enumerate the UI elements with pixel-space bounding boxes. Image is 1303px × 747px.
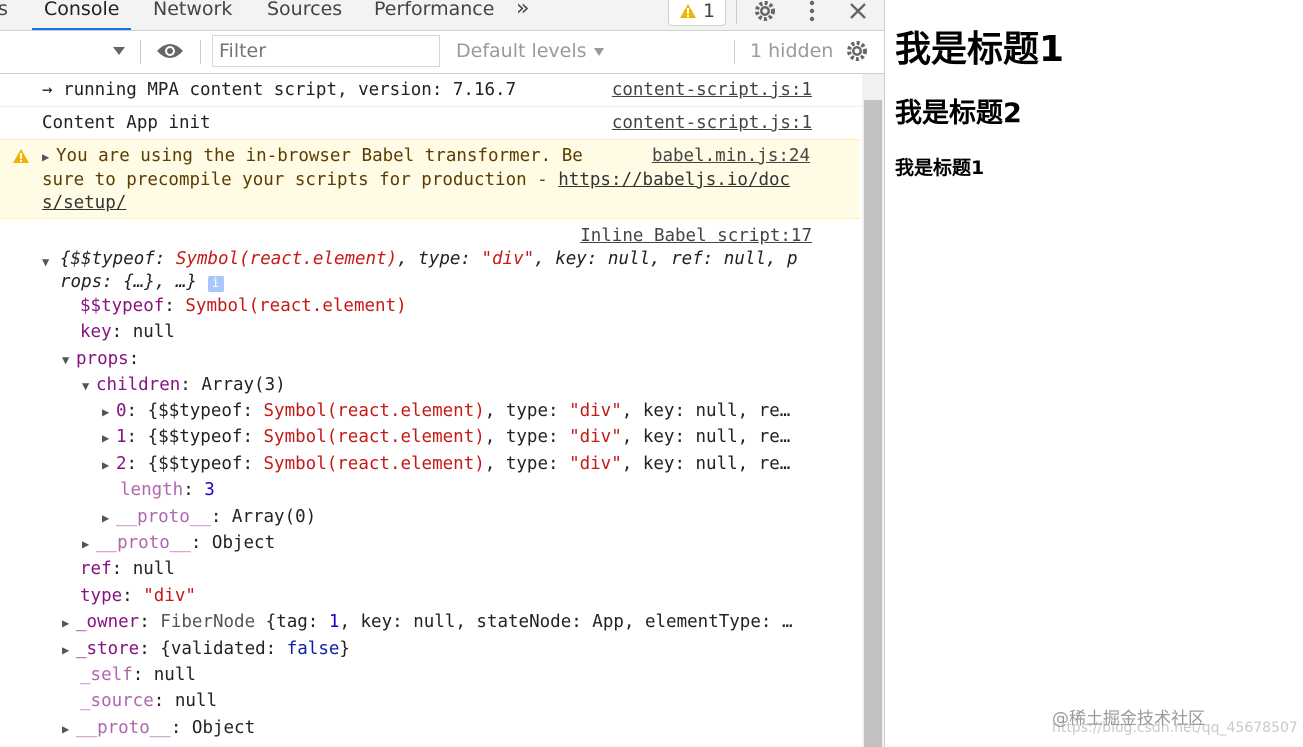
more-tabs-button[interactable]: » bbox=[516, 0, 529, 30]
collapsed-triangle-icon[interactable]: ▶ bbox=[102, 458, 116, 472]
kebab-menu-icon[interactable] bbox=[802, 0, 822, 22]
collapsed-triangle-icon[interactable]: ▶ bbox=[102, 431, 116, 445]
console-settings-gear-icon[interactable] bbox=[845, 39, 869, 68]
console-filterbar: Default levels 1 hidden bbox=[0, 31, 884, 74]
tab-sources[interactable]: Sources bbox=[267, 0, 342, 30]
divider bbox=[736, 0, 737, 24]
collapsed-triangle-icon[interactable]: ▶ bbox=[62, 722, 76, 736]
log-levels-dropdown[interactable]: Default levels bbox=[456, 40, 605, 62]
watermark: @稀土掘金技术社区 bbox=[1052, 709, 1205, 729]
console-log-object: Inline Babel script:17 ▼ {$$typeof: Symbo… bbox=[0, 220, 862, 747]
warning-icon bbox=[679, 4, 696, 18]
prop-store[interactable]: ▶ _store: {validated: false} bbox=[62, 639, 350, 659]
devtools-tabbar: s Console Network Sources Performance » … bbox=[0, 0, 884, 31]
console-filter-input[interactable] bbox=[212, 35, 440, 67]
collapsed-triangle-icon[interactable]: ▶ bbox=[82, 537, 96, 551]
chevron-down-icon bbox=[593, 48, 604, 56]
settings-gear-icon[interactable] bbox=[752, 0, 778, 22]
child-item-1[interactable]: ▶ 1: {$$typeof: Symbol(react.element), ty… bbox=[102, 427, 790, 447]
prop-props[interactable]: ▼ props: bbox=[62, 349, 139, 369]
prop-typeof: $$typeof: Symbol(react.element) bbox=[80, 296, 407, 316]
console-output: → running MPA content script, version: 7… bbox=[0, 74, 862, 747]
prop-proto-object[interactable]: ▶ __proto__: Object bbox=[82, 533, 275, 553]
divider bbox=[140, 40, 141, 64]
context-dropdown-chevron-icon[interactable] bbox=[112, 43, 126, 61]
page-heading-3: 我是标题1 bbox=[895, 157, 985, 179]
expand-triangle-icon[interactable]: ▶ bbox=[42, 150, 56, 164]
prop-self: _self: null bbox=[80, 665, 196, 685]
prop-children[interactable]: ▼ children: Array(3) bbox=[82, 375, 286, 395]
warning-line-2: sure to precompile your scripts for prod… bbox=[42, 170, 791, 190]
tab-network[interactable]: Network bbox=[153, 0, 232, 30]
divider bbox=[200, 40, 201, 64]
warnings-counter[interactable]: 1 bbox=[668, 0, 726, 26]
console-warning-message: ▶ You are using the in-browser Babel tran… bbox=[0, 139, 860, 219]
page-heading-1: 我是标题1 bbox=[895, 29, 1065, 70]
source-link[interactable]: babel.min.js:24 bbox=[652, 146, 810, 166]
prop-proto-array[interactable]: ▶ __proto__: Array(0) bbox=[102, 507, 316, 527]
hidden-messages-count: 1 hidden bbox=[750, 40, 834, 62]
collapsed-triangle-icon[interactable]: ▶ bbox=[102, 511, 116, 525]
close-icon[interactable] bbox=[846, 0, 870, 22]
prop-key: key: null bbox=[80, 322, 175, 342]
divider bbox=[734, 40, 735, 64]
info-badge-icon[interactable]: i bbox=[207, 276, 224, 292]
rendered-page: 我是标题1 我是标题2 我是标题1 bbox=[895, 0, 1295, 747]
tab-console[interactable]: Console bbox=[31, 0, 132, 30]
prop-proto-root[interactable]: ▶ __proto__: Object bbox=[62, 718, 255, 738]
expanded-triangle-icon[interactable]: ▼ bbox=[82, 379, 96, 393]
expanded-triangle-icon[interactable]: ▼ bbox=[42, 255, 56, 269]
warning-count: 1 bbox=[702, 0, 716, 22]
object-summary-line-1[interactable]: ▼ {$$typeof: Symbol(react.element), type:… bbox=[42, 249, 798, 269]
prop-type: type: "div" bbox=[80, 586, 196, 606]
collapsed-triangle-icon[interactable]: ▶ bbox=[102, 405, 116, 419]
console-message: → running MPA content script, version: 7… bbox=[0, 74, 862, 107]
devtools-panel: s Console Network Sources Performance » … bbox=[0, 0, 885, 747]
page-heading-2: 我是标题2 bbox=[895, 98, 1022, 129]
collapsed-triangle-icon[interactable]: ▶ bbox=[62, 616, 76, 630]
console-scrollbar[interactable] bbox=[862, 74, 884, 747]
collapsed-triangle-icon[interactable]: ▶ bbox=[62, 643, 76, 657]
source-link[interactable]: content-script.js:1 bbox=[612, 113, 812, 133]
child-item-2[interactable]: ▶ 2: {$$typeof: Symbol(react.element), ty… bbox=[102, 454, 790, 474]
scrollbar-thumb[interactable] bbox=[864, 100, 882, 747]
console-message: Content App init content-script.js:1 bbox=[0, 107, 862, 139]
source-link[interactable]: Inline Babel script:17 bbox=[580, 226, 812, 246]
prop-length: length: 3 bbox=[120, 480, 215, 500]
message-text: → running MPA content script, version: 7… bbox=[42, 80, 517, 100]
source-link[interactable]: content-script.js:1 bbox=[612, 80, 812, 100]
prop-source: _source: null bbox=[80, 691, 217, 711]
object-summary-line-2: rops: {…}, …} i bbox=[60, 272, 224, 292]
babel-docs-link[interactable]: https://babeljs.io/doc bbox=[558, 170, 790, 190]
expanded-triangle-icon[interactable]: ▼ bbox=[62, 353, 76, 367]
babel-docs-link-continued[interactable]: s/setup/ bbox=[42, 193, 126, 213]
log-levels-label: Default levels bbox=[456, 40, 587, 62]
warning-line-1[interactable]: ▶ You are using the in-browser Babel tran… bbox=[42, 146, 583, 166]
live-expression-eye-icon[interactable] bbox=[156, 41, 184, 66]
prop-owner[interactable]: ▶ _owner: FiberNode {tag: 1, key: null, s… bbox=[62, 612, 792, 632]
child-item-0[interactable]: ▶ 0: {$$typeof: Symbol(react.element), ty… bbox=[102, 401, 790, 421]
warning-icon bbox=[13, 149, 29, 163]
prop-ref: ref: null bbox=[80, 559, 175, 579]
tab-performance[interactable]: Performance bbox=[374, 0, 494, 30]
tab-elements-partial[interactable]: s bbox=[0, 0, 8, 30]
message-text: Content App init bbox=[42, 113, 211, 133]
